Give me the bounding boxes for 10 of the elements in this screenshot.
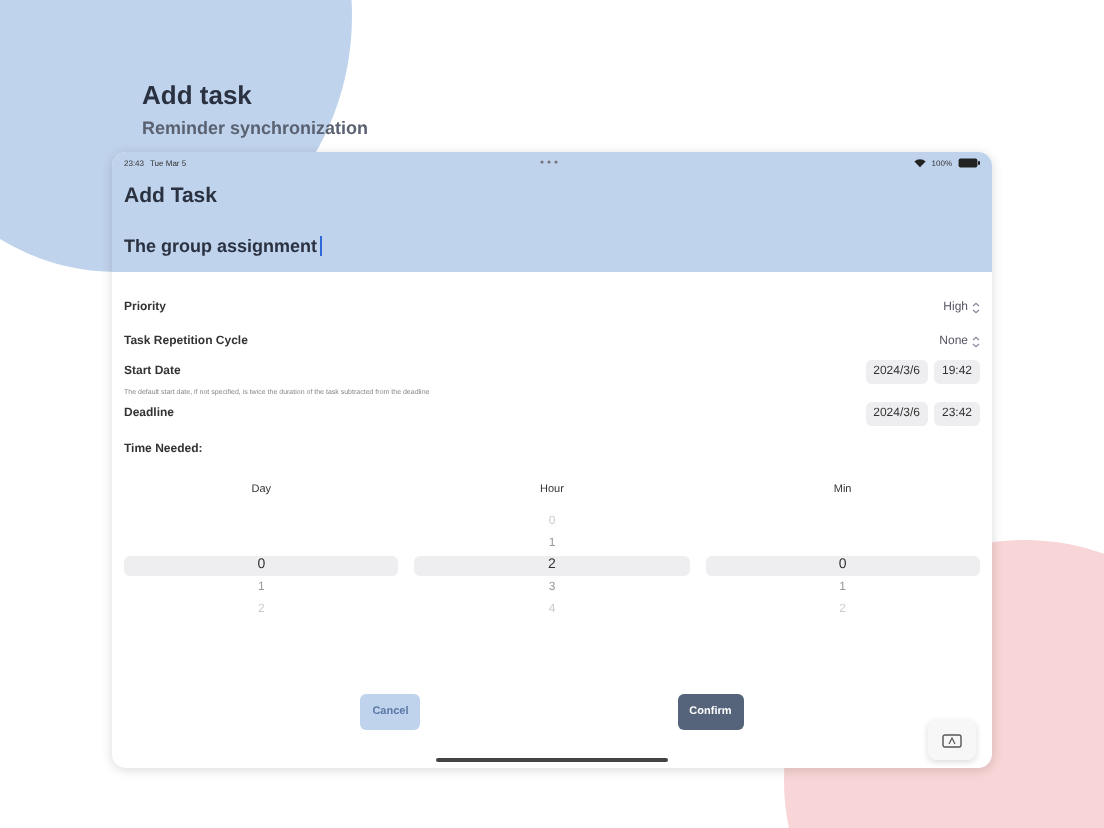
battery-icon [958,157,980,167]
keyboard-button[interactable] [928,720,976,760]
page-title: Add task [142,80,254,110]
keyboard-icon [942,733,962,747]
up-down-chevron-icon [972,335,980,347]
up-down-chevron-icon [972,301,980,313]
task-name-field[interactable]: The group assignment [124,236,980,256]
wifi-icon [913,157,926,167]
page-subtitle: Reminder synchronization [142,118,371,138]
screen-title: Add Task [124,184,219,208]
